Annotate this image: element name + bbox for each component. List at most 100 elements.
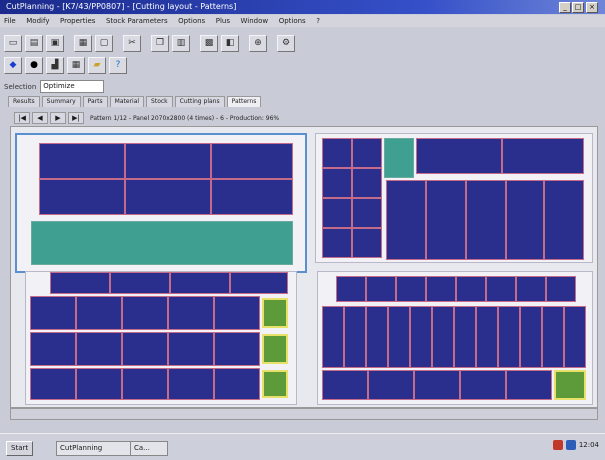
cut-piece[interactable] — [76, 332, 122, 366]
save-icon[interactable]: ▣ — [46, 34, 64, 52]
tab-summary[interactable]: Summary — [41, 96, 81, 107]
cut-piece[interactable] — [352, 168, 382, 198]
selection-combo[interactable]: Optimize — [40, 80, 105, 93]
copy-icon[interactable]: ❐ — [151, 34, 169, 52]
cut-piece[interactable] — [344, 306, 366, 368]
cut-piece[interactable] — [168, 296, 214, 330]
cut-piece[interactable] — [336, 276, 366, 302]
settings-icon[interactable]: ⚙ — [277, 34, 295, 52]
cut-piece[interactable] — [214, 368, 260, 400]
cut-piece[interactable] — [414, 370, 460, 400]
cut-piece[interactable] — [542, 306, 564, 368]
offcut-strip[interactable] — [31, 221, 293, 265]
cut-piece[interactable] — [76, 296, 122, 330]
cut-piece[interactable] — [388, 306, 410, 368]
cut-piece[interactable] — [516, 276, 546, 302]
cut-piece[interactable] — [506, 370, 552, 400]
cut-piece[interactable] — [50, 272, 110, 294]
grid-icon[interactable]: ▦ — [67, 56, 85, 74]
cut-piece[interactable] — [322, 198, 352, 228]
start-button[interactable]: Start — [6, 441, 34, 456]
calculate-icon[interactable]: ▩ — [200, 34, 218, 52]
new-icon[interactable]: ▭ — [4, 34, 22, 52]
cut-piece[interactable] — [39, 143, 125, 179]
cut-piece[interactable] — [426, 276, 456, 302]
cut-piece[interactable] — [211, 179, 293, 215]
tray-network-icon[interactable] — [565, 440, 576, 450]
marked-piece[interactable] — [554, 370, 586, 400]
minimize-button[interactable]: _ — [559, 2, 571, 13]
tab-parts[interactable]: Parts — [82, 96, 108, 107]
cut-piece[interactable] — [456, 276, 486, 302]
marked-piece[interactable] — [262, 298, 288, 328]
cut-piece[interactable] — [466, 180, 506, 260]
cut-piece[interactable] — [30, 368, 76, 400]
marked-piece[interactable] — [262, 334, 288, 364]
cut-piece[interactable] — [386, 180, 426, 260]
cut-piece[interactable] — [125, 143, 211, 179]
menu-help[interactable]: ? — [312, 15, 324, 27]
panel-top-left[interactable] — [15, 133, 307, 273]
menu-options-2[interactable]: Options — [275, 15, 310, 27]
tab-material[interactable]: Material — [109, 96, 145, 107]
cutting-layout-canvas[interactable] — [10, 126, 598, 408]
cut-piece[interactable] — [506, 180, 544, 260]
cut-piece[interactable] — [168, 332, 214, 366]
paste-icon[interactable]: ▥ — [172, 34, 190, 52]
record-icon[interactable]: ● — [25, 56, 43, 74]
cut-piece[interactable] — [125, 179, 211, 215]
next-pattern-button[interactable]: ▶ — [50, 112, 66, 124]
cut-piece[interactable] — [168, 368, 214, 400]
cut-piece[interactable] — [476, 306, 498, 368]
menu-file[interactable]: File — [0, 15, 20, 27]
offcut[interactable] — [384, 138, 414, 178]
cut-piece[interactable] — [122, 296, 168, 330]
last-pattern-button[interactable]: ▶| — [68, 112, 84, 124]
cut-piece[interactable] — [352, 198, 382, 228]
tab-results[interactable]: Results — [8, 96, 40, 107]
cut-piece[interactable] — [454, 306, 476, 368]
menu-options[interactable]: Options — [174, 15, 209, 27]
pointer-icon[interactable]: ◆ — [4, 56, 22, 74]
cut-piece[interactable] — [426, 180, 466, 260]
cut-piece[interactable] — [368, 370, 414, 400]
cut-piece[interactable] — [211, 143, 293, 179]
cut-piece[interactable] — [322, 228, 352, 258]
cut-piece[interactable] — [546, 276, 576, 302]
marked-piece[interactable] — [262, 370, 288, 398]
cut-piece[interactable] — [322, 306, 344, 368]
cut-piece[interactable] — [366, 276, 396, 302]
taskbar-app-2[interactable]: Ca... — [130, 441, 168, 456]
cut-piece[interactable] — [214, 332, 260, 366]
cut-icon[interactable]: ✂ — [123, 34, 141, 52]
first-pattern-button[interactable]: |◀ — [14, 112, 30, 124]
panel-top-right[interactable] — [315, 133, 593, 263]
panel-bottom-left[interactable] — [25, 271, 297, 405]
cut-piece[interactable] — [122, 332, 168, 366]
menu-plus[interactable]: Plus — [212, 15, 234, 27]
cut-piece[interactable] — [76, 368, 122, 400]
cut-piece[interactable] — [410, 306, 432, 368]
cut-piece[interactable] — [39, 179, 125, 215]
panel-bottom-right[interactable] — [317, 271, 593, 405]
cut-piece[interactable] — [486, 276, 516, 302]
cut-piece[interactable] — [416, 138, 502, 174]
cut-piece[interactable] — [352, 138, 382, 168]
folder-icon[interactable]: ▰ — [88, 56, 106, 74]
cut-piece[interactable] — [544, 180, 584, 260]
horizontal-scrollbar[interactable] — [10, 408, 598, 420]
close-button[interactable]: × — [586, 2, 598, 13]
menu-window[interactable]: Window — [237, 15, 273, 27]
cut-piece[interactable] — [30, 332, 76, 366]
cut-piece[interactable] — [502, 138, 584, 174]
cut-piece[interactable] — [396, 276, 426, 302]
tab-stock[interactable]: Stock — [146, 96, 173, 107]
preview-icon[interactable]: ▢ — [95, 34, 113, 52]
maximize-button[interactable]: □ — [572, 2, 584, 13]
menu-properties[interactable]: Properties — [56, 15, 99, 27]
cut-piece[interactable] — [432, 306, 454, 368]
cut-piece[interactable] — [230, 272, 288, 294]
tray-alert-icon[interactable] — [552, 440, 563, 450]
cut-piece[interactable] — [498, 306, 520, 368]
cut-piece[interactable] — [170, 272, 230, 294]
